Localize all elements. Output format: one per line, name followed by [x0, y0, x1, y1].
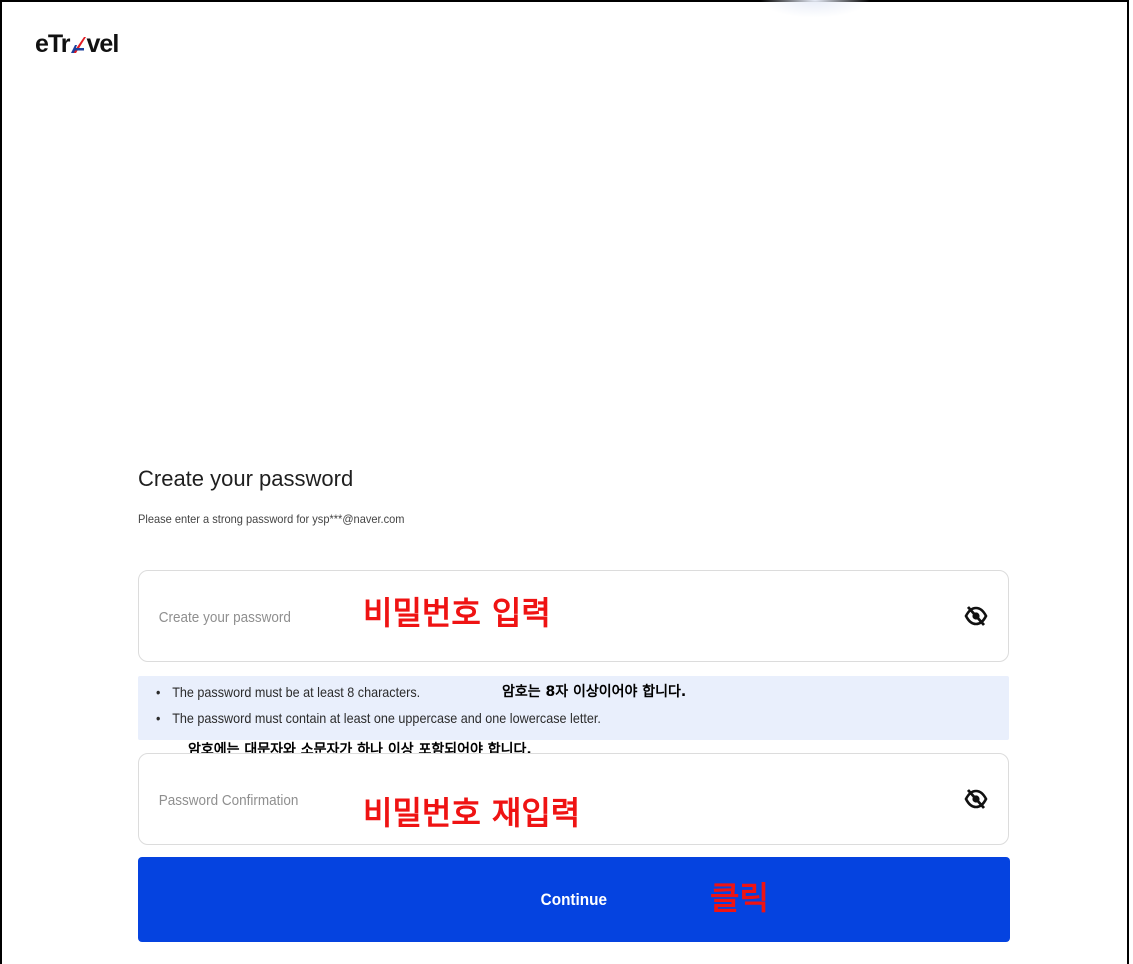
eye-off-icon[interactable]: [964, 604, 988, 628]
requirement-item: • The password must be at least 8 charact…: [156, 684, 420, 700]
password-field[interactable]: [138, 570, 1009, 662]
logo-slash-icon: [70, 37, 86, 53]
etravel-logo[interactable]: eTr vel: [35, 30, 120, 58]
eye-off-icon[interactable]: [964, 787, 988, 811]
bullet: •: [156, 684, 161, 700]
continue-label: Continue: [540, 889, 608, 909]
password-confirmation-input[interactable]: [157, 784, 323, 816]
page-title: Create your password: [138, 466, 354, 491]
confirmation-annotation: 비밀번호 재입력: [363, 794, 581, 832]
bullet: •: [156, 710, 161, 726]
continue-button[interactable]: Continue: [138, 857, 1010, 942]
logo-text-left: eTr: [35, 30, 71, 58]
continue-annotation: 클릭: [710, 879, 769, 917]
requirement-text: The password must contain at least one u…: [172, 710, 601, 726]
password-input[interactable]: [157, 601, 323, 633]
requirement-annotation: 암호는 8자 이상이어야 합니다.: [502, 684, 687, 700]
requirement-text: The password must be at least 8 characte…: [172, 684, 421, 700]
password-annotation: 비밀번호 입력: [363, 594, 551, 632]
requirement-item: • The password must contain at least one …: [156, 710, 601, 726]
top-shade: [760, 0, 870, 18]
page-subtitle: Please enter a strong password for ysp**…: [138, 512, 405, 526]
logo-text-right: vel: [86, 30, 120, 58]
